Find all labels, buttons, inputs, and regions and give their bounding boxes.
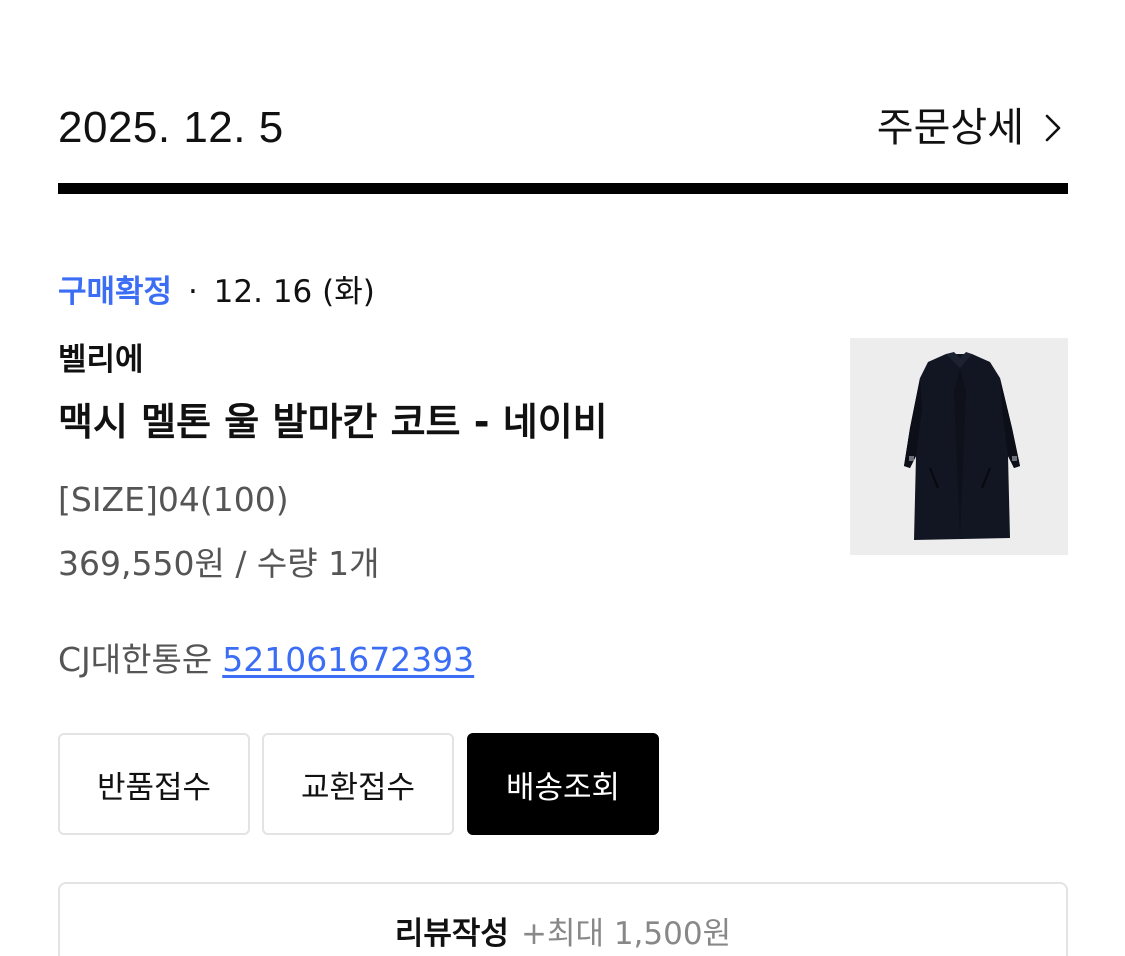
exchange-request-button[interactable]: 교환접수 (262, 733, 454, 835)
order-detail-label: 주문상세 (876, 105, 1024, 151)
write-review-button[interactable]: 리뷰작성 +최대 1,500원 (58, 882, 1068, 956)
order-date: 2025. 12. 5 (58, 103, 284, 152)
status-date: 12. 16 (화) (213, 274, 375, 310)
review-reward: +최대 1,500원 (520, 916, 732, 952)
carrier-name: CJ대한통운 (58, 640, 213, 679)
tracking-number-link[interactable]: 521061672393 (222, 640, 474, 679)
chevron-right-icon (1038, 113, 1068, 143)
product-thumbnail[interactable] (850, 338, 1068, 555)
track-delivery-button[interactable]: 배송조회 (467, 733, 659, 835)
order-detail-link[interactable]: 주문상세 (877, 102, 1068, 154)
status-badge: 구매확정 (58, 274, 173, 310)
product-name[interactable]: 맥시 멜톤 울 발마칸 코트 - 네이비 (58, 396, 608, 448)
order-history-card: 2025. 12. 5 주문상세 구매확정 · 12. 16 (화) 벨리에 맥… (0, 0, 1125, 956)
order-status-line: 구매확정 · 12. 16 (화) (58, 270, 375, 314)
product-option: [SIZE]04(100) (58, 480, 289, 519)
shipping-info: CJ대한통운 521061672393 (58, 638, 474, 682)
status-separator: · (187, 274, 198, 310)
price-quantity: 369,550원 / 수량 1개 (58, 544, 380, 583)
brand-name[interactable]: 벨리에 (58, 338, 144, 382)
review-label: 리뷰작성 (394, 916, 509, 952)
return-request-button[interactable]: 반품접수 (58, 733, 250, 835)
order-header: 2025. 12. 5 주문상세 (58, 96, 1068, 160)
header-divider (58, 183, 1068, 194)
navy-coat-product-image (850, 338, 1068, 555)
